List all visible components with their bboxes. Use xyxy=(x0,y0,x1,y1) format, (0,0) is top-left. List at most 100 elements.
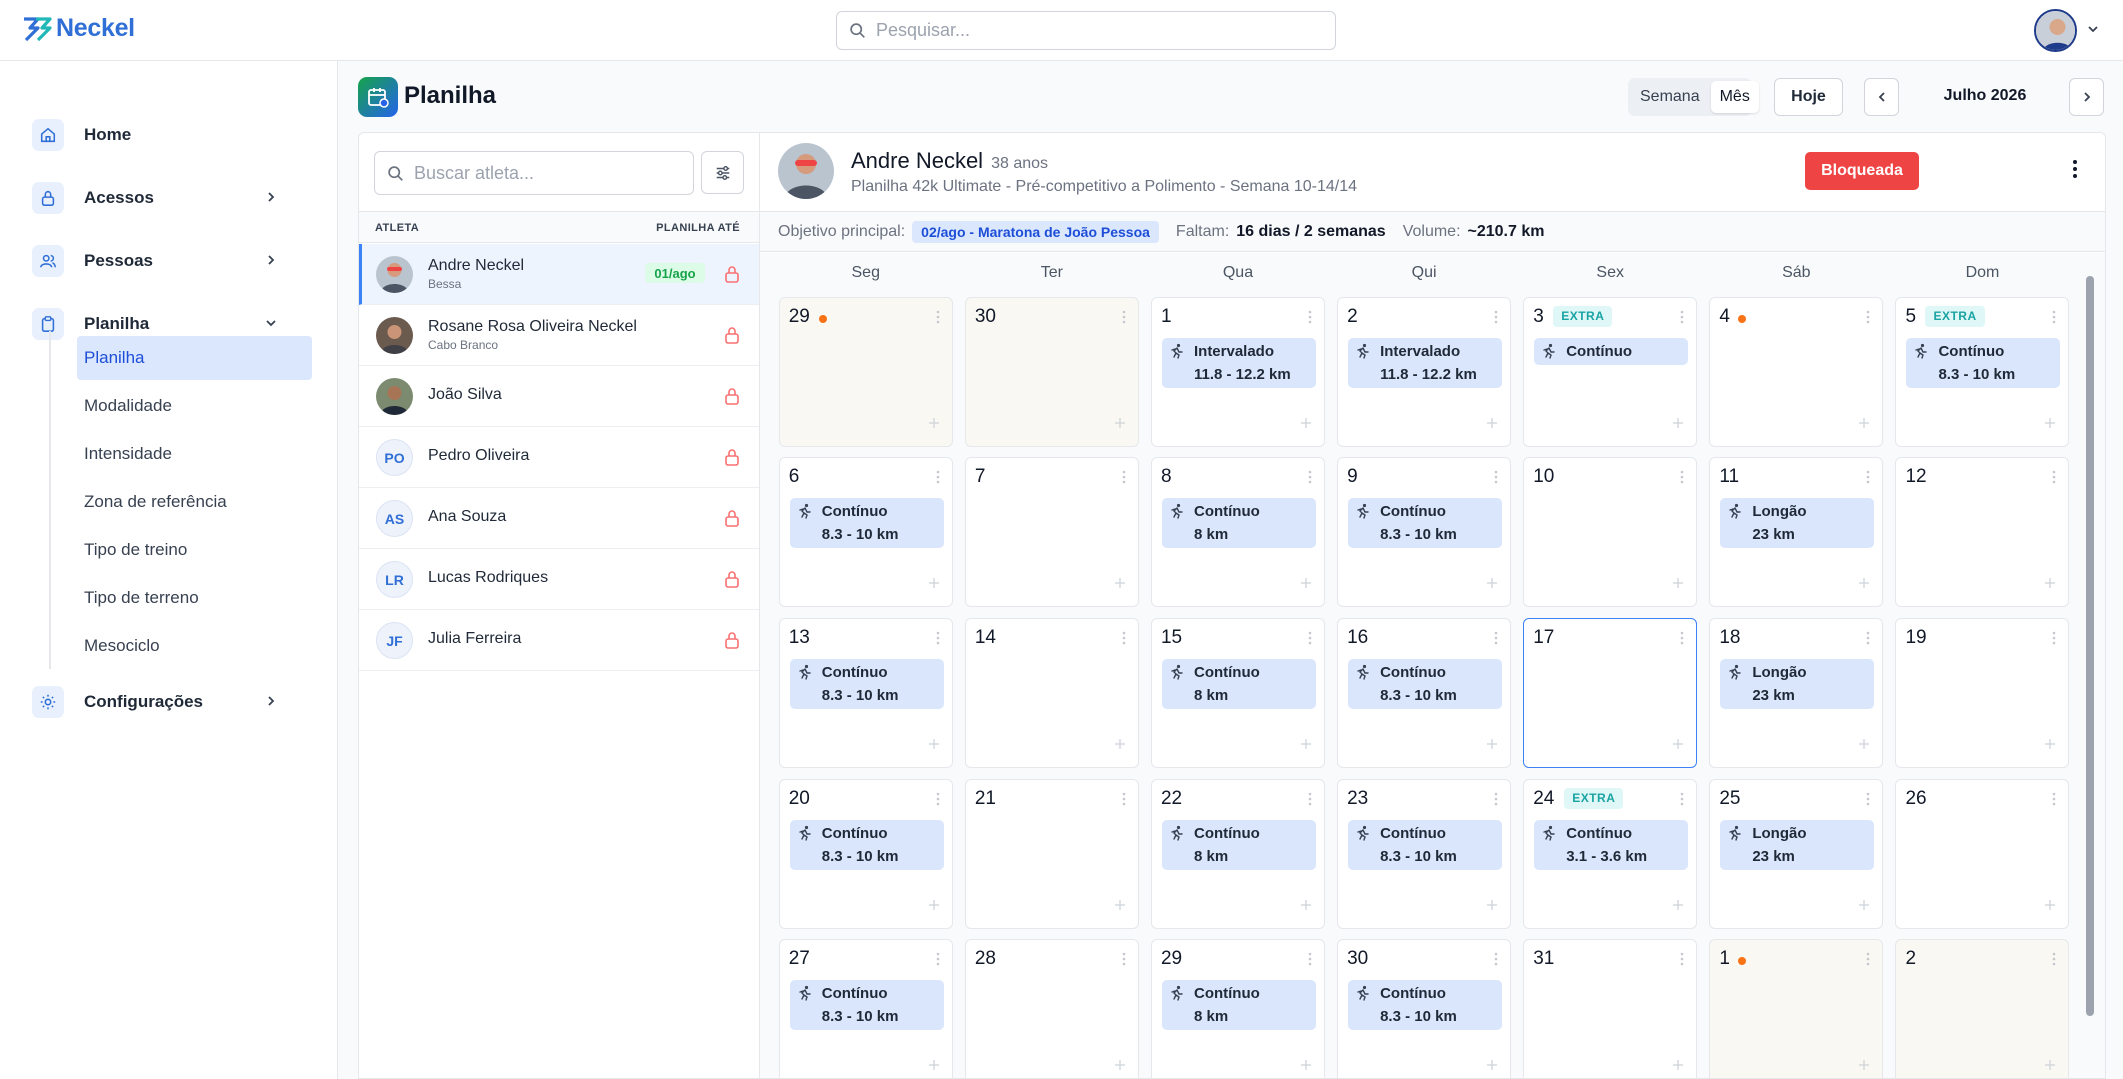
workout-card[interactable]: Contínuo 8.3 - 10 km xyxy=(1348,658,1503,709)
day-menu-icon[interactable] xyxy=(1866,792,1870,811)
add-workout-icon[interactable] xyxy=(1486,576,1498,594)
sidebar-item-home[interactable]: Home xyxy=(32,114,292,156)
sidebar-item-acessos[interactable]: Acessos xyxy=(32,177,292,219)
workout-card[interactable]: Contínuo 8.3 - 10 km xyxy=(789,658,944,709)
add-workout-icon[interactable] xyxy=(1114,1058,1126,1076)
workout-card[interactable]: Contínuo 8 km xyxy=(1161,819,1316,870)
workout-card[interactable]: Contínuo 8 km xyxy=(1161,658,1316,709)
day-menu-icon[interactable] xyxy=(2052,792,2056,811)
plan-status-badge[interactable]: Bloqueada xyxy=(1805,152,1919,190)
add-workout-icon[interactable] xyxy=(1486,416,1498,434)
calendar-day[interactable]: 16 Contínuo 8.3 - 10 km xyxy=(1337,617,1512,768)
global-search[interactable] xyxy=(836,11,1336,50)
calendar-day[interactable]: 3 EXTRA Contínuo xyxy=(1523,296,1698,447)
add-workout-icon[interactable] xyxy=(1858,1058,1870,1076)
day-menu-icon[interactable] xyxy=(936,952,940,971)
day-menu-icon[interactable] xyxy=(1308,310,1312,329)
workout-card[interactable]: Longão 23 km xyxy=(1720,819,1875,870)
sidebar-item-pessoas[interactable]: Pessoas xyxy=(32,240,292,282)
day-menu-icon[interactable] xyxy=(2052,631,2056,650)
calendar-day[interactable]: 7 xyxy=(964,457,1139,608)
add-workout-icon[interactable] xyxy=(1114,898,1126,916)
calendar-day[interactable]: 31 xyxy=(1523,939,1698,1078)
add-workout-icon[interactable] xyxy=(1672,737,1684,755)
global-search-input[interactable] xyxy=(876,20,1316,41)
user-avatar[interactable] xyxy=(2034,9,2077,52)
calendar-day[interactable]: 20 Contínuo 8.3 - 10 km xyxy=(778,778,953,929)
workout-card[interactable]: Contínuo 8.3 - 10 km xyxy=(1348,819,1503,870)
add-workout-icon[interactable] xyxy=(1858,416,1870,434)
app-logo[interactable]: Neckel xyxy=(22,14,135,43)
add-workout-icon[interactable] xyxy=(1300,898,1312,916)
add-workout-icon[interactable] xyxy=(1858,898,1870,916)
calendar-day[interactable]: 11 Longão 23 km xyxy=(1709,457,1884,608)
calendar-day[interactable]: 18 Longão 23 km xyxy=(1709,617,1884,768)
calendar-day[interactable]: 21 xyxy=(964,778,1139,929)
add-workout-icon[interactable] xyxy=(1672,416,1684,434)
add-workout-icon[interactable] xyxy=(1672,576,1684,594)
chevron-down-icon[interactable] xyxy=(2086,22,2100,36)
athlete-row[interactable]: Andre Neckel Bessa 01/ago xyxy=(359,244,759,305)
day-menu-icon[interactable] xyxy=(1866,310,1870,329)
day-menu-icon[interactable] xyxy=(1680,631,1684,650)
add-workout-icon[interactable] xyxy=(1114,576,1126,594)
calendar-day[interactable]: 2 xyxy=(1895,939,2070,1078)
calendar-day[interactable]: 2 Intervalado 11.8 - 12.2 km xyxy=(1337,296,1512,447)
calendar-day[interactable]: 23 Contínuo 8.3 - 10 km xyxy=(1337,778,1512,929)
athlete-row[interactable]: AS Ana Souza xyxy=(359,488,759,549)
add-workout-icon[interactable] xyxy=(2044,898,2056,916)
day-menu-icon[interactable] xyxy=(1866,952,1870,971)
workout-card[interactable]: Contínuo 8 km xyxy=(1161,980,1316,1031)
day-menu-icon[interactable] xyxy=(1122,631,1126,650)
calendar-day[interactable]: 14 xyxy=(964,617,1139,768)
calendar-day[interactable]: 19 xyxy=(1895,617,2070,768)
workout-card[interactable]: Contínuo 8 km xyxy=(1161,498,1316,549)
calendar-day[interactable]: 27 Contínuo 8.3 - 10 km xyxy=(778,939,953,1078)
calendar-day[interactable]: 15 Contínuo 8 km xyxy=(1150,617,1325,768)
day-menu-icon[interactable] xyxy=(1866,470,1870,489)
calendar-day[interactable]: 1 Intervalado 11.8 - 12.2 km xyxy=(1150,296,1325,447)
subitem-modalidade[interactable]: Modalidade xyxy=(77,384,312,428)
workout-card[interactable]: Contínuo 8.3 - 10 km xyxy=(789,498,944,549)
add-workout-icon[interactable] xyxy=(1300,737,1312,755)
athlete-row[interactable]: JF Julia Ferreira xyxy=(359,610,759,671)
add-workout-icon[interactable] xyxy=(1300,576,1312,594)
calendar-day[interactable]: 8 Contínuo 8 km xyxy=(1150,457,1325,608)
add-workout-icon[interactable] xyxy=(1858,737,1870,755)
workout-card[interactable]: Contínuo 8.3 - 10 km xyxy=(789,980,944,1031)
add-workout-icon[interactable] xyxy=(1486,1058,1498,1076)
workout-card[interactable]: Contínuo xyxy=(1534,337,1689,365)
subitem-tipo-de-terreno[interactable]: Tipo de terreno xyxy=(77,576,312,620)
day-menu-icon[interactable] xyxy=(1308,792,1312,811)
day-menu-icon[interactable] xyxy=(1680,310,1684,329)
day-menu-icon[interactable] xyxy=(1680,470,1684,489)
calendar-day[interactable]: 25 Longão 23 km xyxy=(1709,778,1884,929)
add-workout-icon[interactable] xyxy=(928,737,940,755)
add-workout-icon[interactable] xyxy=(1486,898,1498,916)
calendar-day[interactable]: 30 xyxy=(964,296,1139,447)
add-workout-icon[interactable] xyxy=(2044,416,2056,434)
calendar-day[interactable]: 10 xyxy=(1523,457,1698,608)
calendar-day[interactable]: 17 xyxy=(1523,617,1698,768)
day-menu-icon[interactable] xyxy=(1494,470,1498,489)
day-menu-icon[interactable] xyxy=(2052,470,2056,489)
add-workout-icon[interactable] xyxy=(1858,576,1870,594)
add-workout-icon[interactable] xyxy=(928,576,940,594)
workout-card[interactable]: Longão 23 km xyxy=(1720,498,1875,549)
calendar-day[interactable]: 29 xyxy=(778,296,953,447)
calendar-day[interactable]: 9 Contínuo 8.3 - 10 km xyxy=(1337,457,1512,608)
day-menu-icon[interactable] xyxy=(1494,631,1498,650)
workout-card[interactable]: Contínuo 8.3 - 10 km xyxy=(789,819,944,870)
day-menu-icon[interactable] xyxy=(2052,952,2056,971)
add-workout-icon[interactable] xyxy=(1486,737,1498,755)
view-week-button[interactable]: Semana xyxy=(1631,81,1709,113)
day-menu-icon[interactable] xyxy=(1866,631,1870,650)
athlete-search[interactable] xyxy=(374,151,694,195)
day-menu-icon[interactable] xyxy=(1494,952,1498,971)
day-menu-icon[interactable] xyxy=(1122,952,1126,971)
calendar-day[interactable]: 28 xyxy=(964,939,1139,1078)
day-menu-icon[interactable] xyxy=(1308,470,1312,489)
day-menu-icon[interactable] xyxy=(1494,792,1498,811)
add-workout-icon[interactable] xyxy=(1300,416,1312,434)
add-workout-icon[interactable] xyxy=(2044,576,2056,594)
